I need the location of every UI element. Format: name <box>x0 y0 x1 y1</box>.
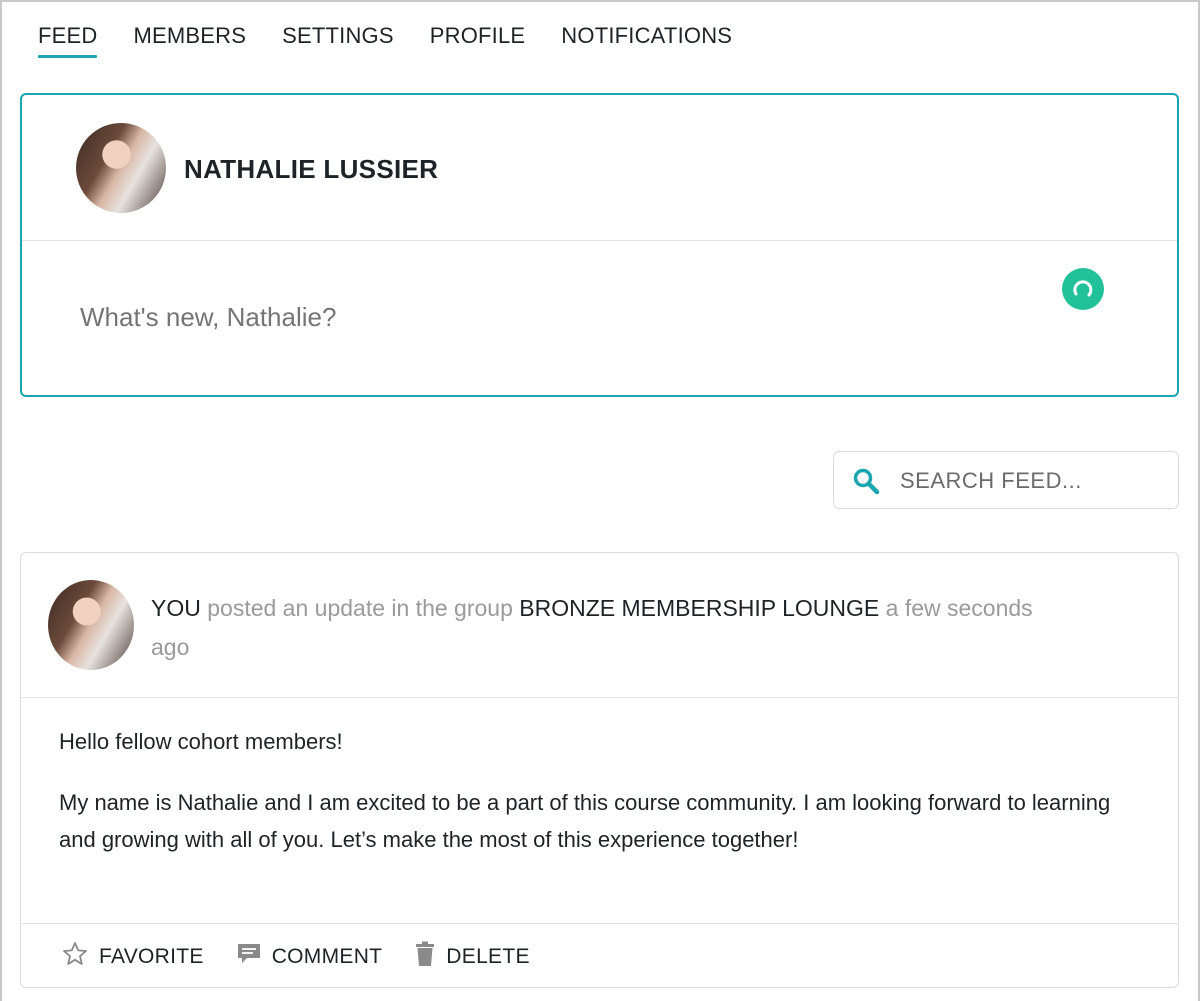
comment-button[interactable]: COMMENT <box>236 941 383 972</box>
tab-notifications[interactable]: NOTIFICATIONS <box>561 22 732 58</box>
loading-spinner-icon <box>1062 268 1104 310</box>
avatar[interactable] <box>48 580 134 670</box>
tab-feed[interactable]: FEED <box>38 22 98 58</box>
avatar[interactable] <box>76 123 166 213</box>
tab-profile[interactable]: PROFILE <box>430 22 526 58</box>
search-feed <box>833 451 1179 509</box>
favorite-button[interactable]: FAVORITE <box>61 940 204 973</box>
trash-icon <box>414 941 436 972</box>
post-actions: FAVORITE COMMENT DELETE <box>21 923 1178 989</box>
search-icon[interactable] <box>852 467 882 502</box>
post-paragraph: Hello fellow cohort members! <box>59 729 343 754</box>
post-paragraph: My name is Nathalie and I am excited to … <box>59 790 1111 852</box>
post-header: YOU posted an update in the group BRONZE… <box>21 553 1178 698</box>
post-composer: NATHALIE LUSSIER <box>20 93 1179 397</box>
composer-header: NATHALIE LUSSIER <box>22 95 1177 241</box>
comment-icon <box>236 941 262 972</box>
post-group-link[interactable]: BRONZE MEMBERSHIP LOUNGE <box>519 595 879 621</box>
composer-user-name[interactable]: NATHALIE LUSSIER <box>184 154 438 185</box>
activity-post: YOU posted an update in the group BRONZE… <box>20 552 1179 988</box>
search-input[interactable] <box>900 466 1160 496</box>
star-icon <box>61 940 89 973</box>
favorite-label: FAVORITE <box>99 944 204 968</box>
tab-settings[interactable]: SETTINGS <box>282 22 394 58</box>
tab-bar: FEED MEMBERS SETTINGS PROFILE NOTIFICATI… <box>38 22 768 58</box>
comment-label: COMMENT <box>271 944 383 968</box>
post-action-text: posted an update in the group <box>207 595 513 621</box>
post-author-link[interactable]: YOU <box>151 595 201 621</box>
delete-button[interactable]: DELETE <box>414 941 530 972</box>
app-frame: FEED MEMBERS SETTINGS PROFILE NOTIFICATI… <box>0 0 1200 1001</box>
whats-new-input[interactable] <box>80 302 980 333</box>
post-meta: YOU posted an update in the group BRONZE… <box>151 589 1051 667</box>
delete-label: DELETE <box>446 944 530 968</box>
tab-members[interactable]: MEMBERS <box>133 22 246 58</box>
post-content: Hello fellow cohort members! My name is … <box>59 723 1119 882</box>
